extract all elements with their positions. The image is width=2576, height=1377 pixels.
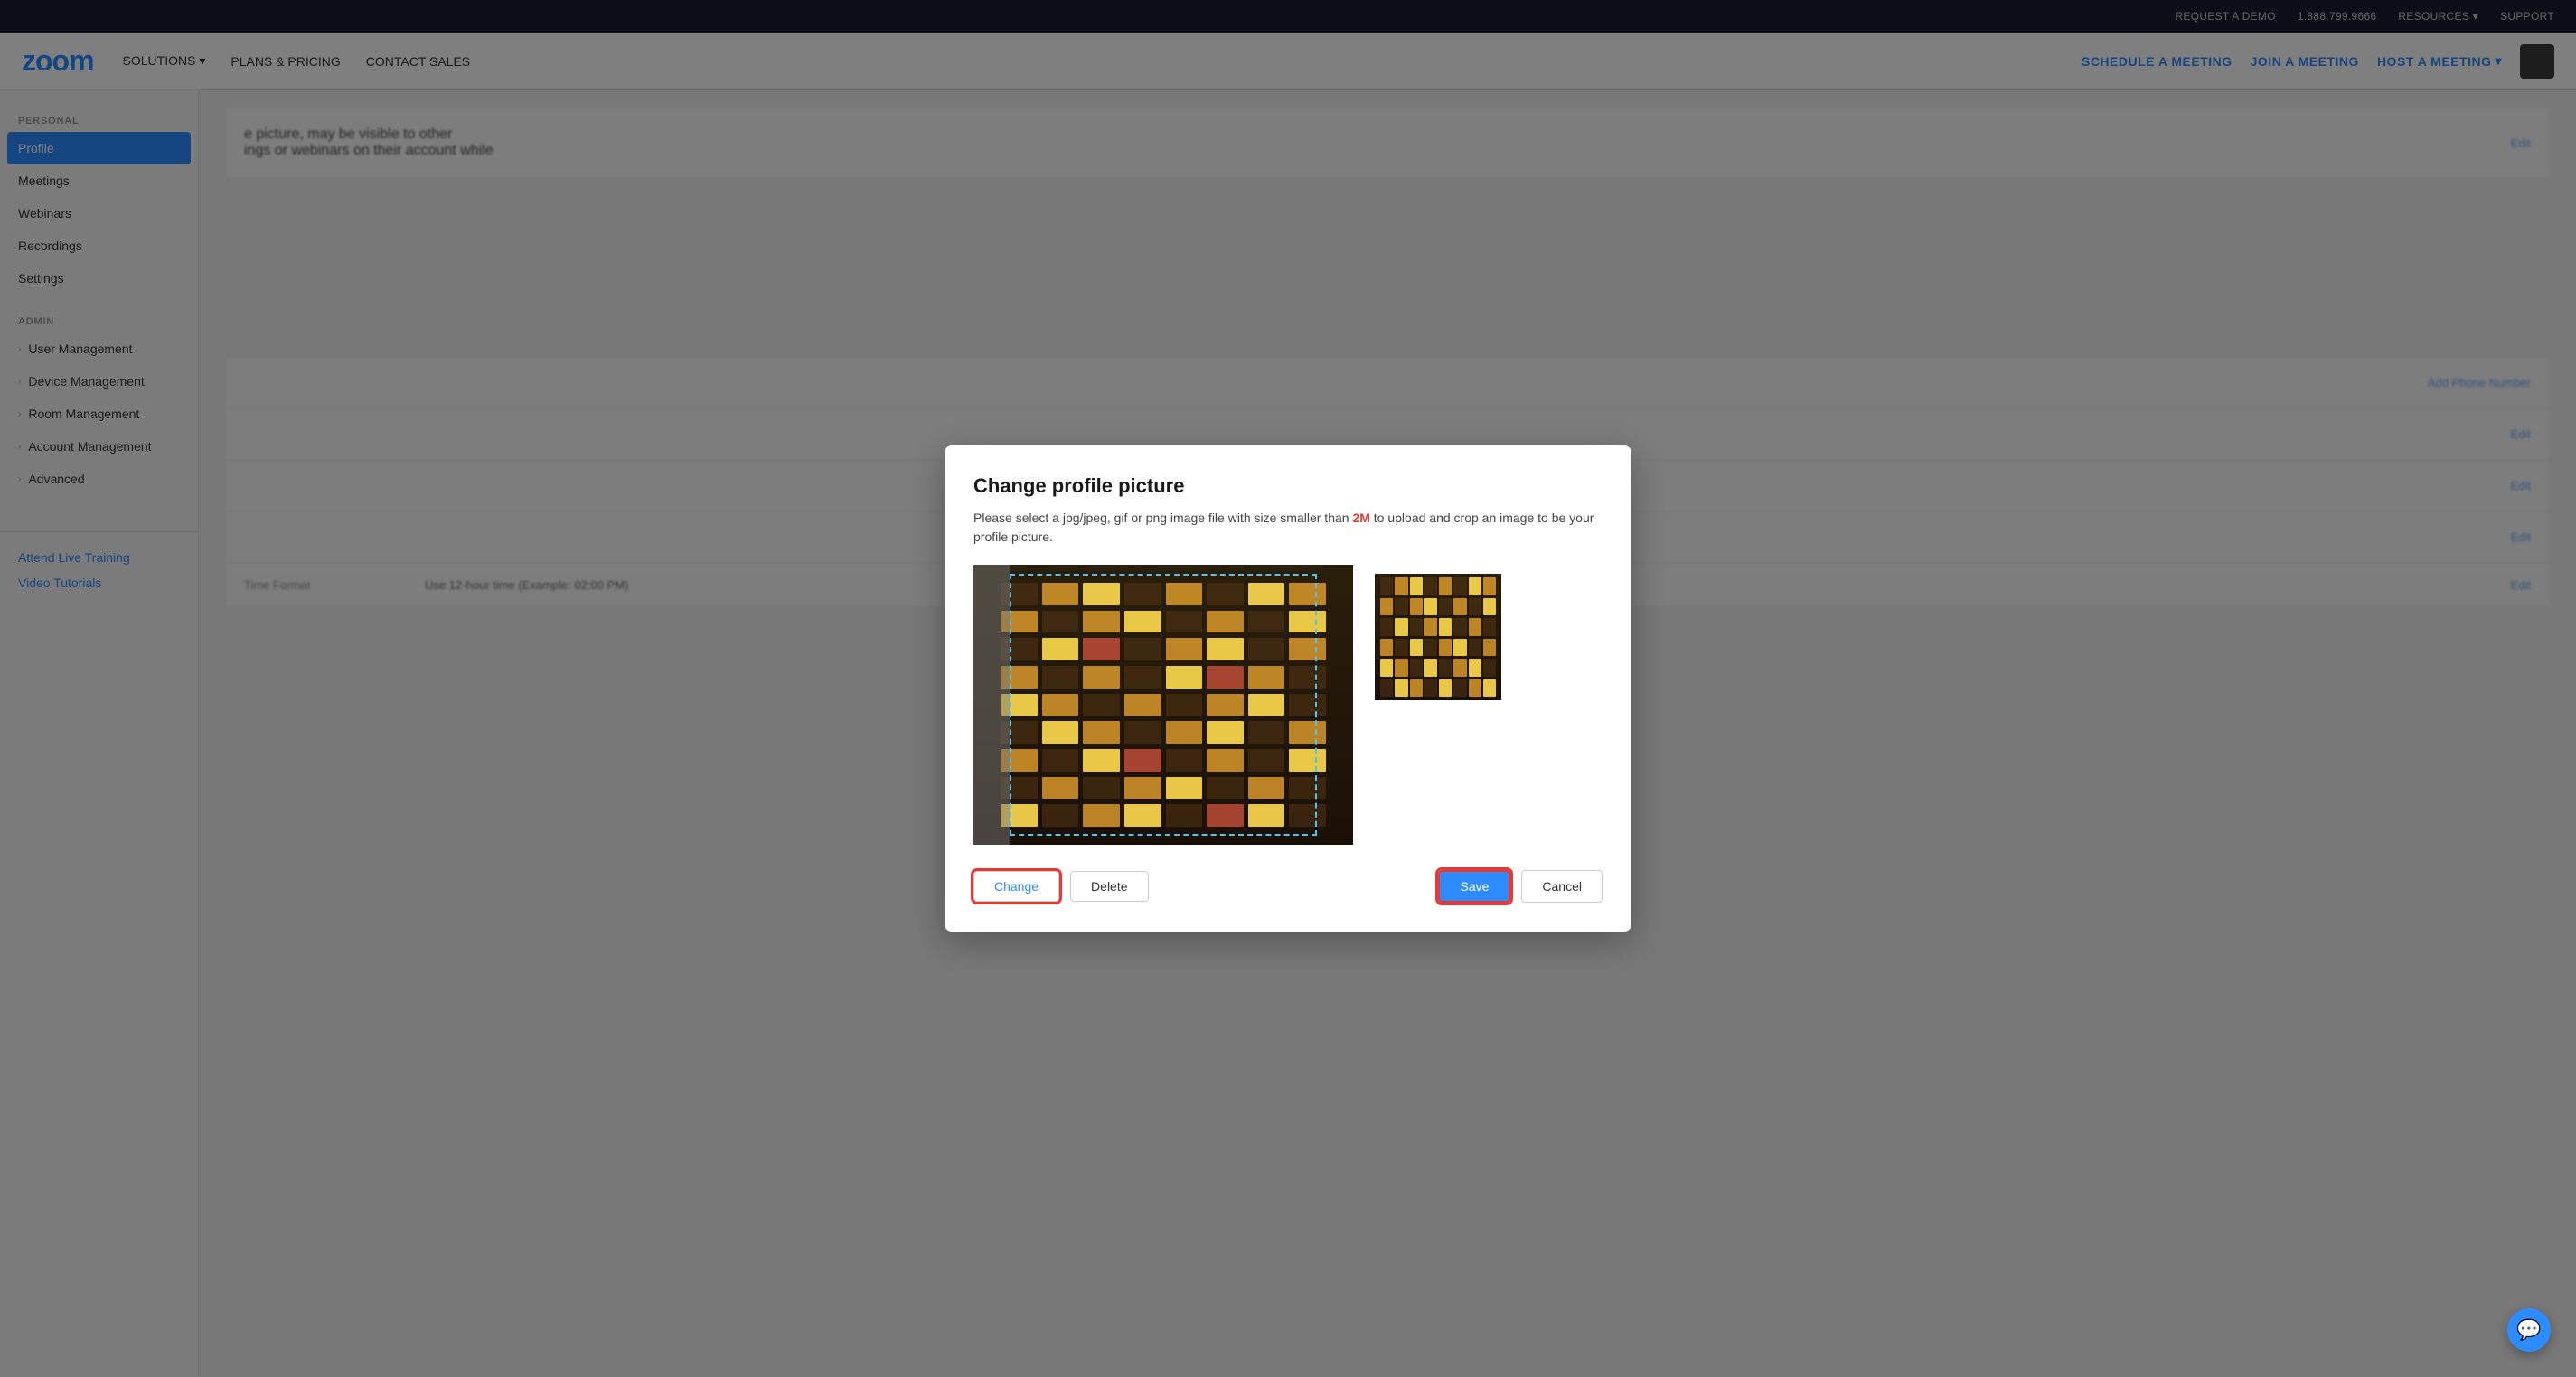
chat-icon: 💬 — [2516, 1318, 2541, 1342]
size-limit: 2M — [1352, 511, 1369, 525]
modal-title: Change profile picture — [973, 474, 1603, 498]
image-crop-container[interactable] — [973, 565, 1353, 845]
main-content: e picture, may be visible to otherings o… — [199, 90, 2576, 1377]
modal-images-container — [973, 565, 1603, 845]
modal-overlay: Change profile picture Please select a j… — [0, 0, 2576, 1377]
modal-description: Please select a jpg/jpeg, gif or png ima… — [973, 509, 1603, 547]
layout: PERSONAL Profile Meetings Webinars Recor… — [0, 90, 2576, 1377]
modal-actions-right: Save Cancel — [1438, 870, 1603, 903]
modal-actions: Change Delete Save Cancel — [973, 870, 1603, 903]
preview-facade — [1375, 574, 1501, 700]
preview-building — [1375, 574, 1501, 700]
crop-left-mask — [973, 565, 1010, 845]
delete-button[interactable]: Delete — [1070, 871, 1148, 902]
preview-image — [1375, 574, 1501, 700]
cancel-button[interactable]: Cancel — [1521, 870, 1603, 903]
change-profile-picture-modal: Change profile picture Please select a j… — [945, 445, 1631, 932]
modal-actions-left: Change Delete — [973, 871, 1149, 902]
chat-fab-button[interactable]: 💬 — [2507, 1308, 2551, 1352]
change-button[interactable]: Change — [973, 871, 1059, 902]
crop-selection[interactable] — [1010, 574, 1317, 836]
save-button[interactable]: Save — [1438, 870, 1510, 903]
